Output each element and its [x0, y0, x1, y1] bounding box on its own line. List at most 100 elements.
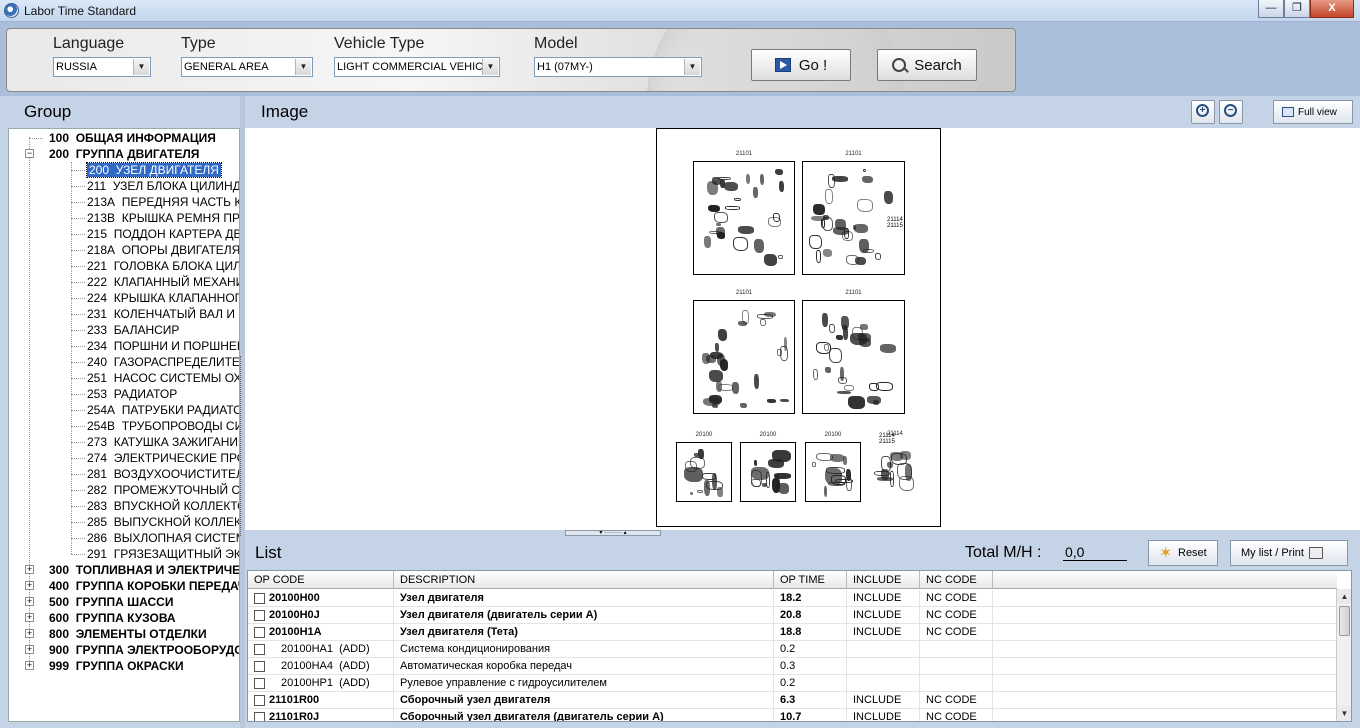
- table-row[interactable]: 20100HA4 (ADD) Автоматическая коробка пер…: [248, 658, 1337, 675]
- tree-item-subgroup[interactable]: 240 ГАЗОРАСПРЕДЕЛИТЕЛЬНЫЙ МЕХАНИЗМ: [87, 354, 239, 370]
- type-select[interactable]: GENERAL AREA ▼: [181, 57, 313, 77]
- tree-item-subgroup[interactable]: 200 УЗЕЛ ДВИГАТЕЛЯ: [86, 162, 222, 178]
- tree-item-subgroup[interactable]: 253 РАДИАТОР: [87, 386, 177, 402]
- my-list-print-button[interactable]: My list / Print: [1230, 540, 1348, 566]
- tree-item-subgroup[interactable]: 222 КЛАПАННЫЙ МЕХАНИЗМ: [87, 274, 239, 290]
- engine-diagram[interactable]: 20100: [805, 432, 861, 502]
- tree-item-group[interactable]: 300 ТОПЛИВНАЯ И ЭЛЕКТРИЧЕСКАЯ: [49, 562, 239, 578]
- tree-item-group[interactable]: 800 ЭЛЕМЕНТЫ ОТДЕЛКИ: [49, 626, 207, 642]
- tree-item-subgroup[interactable]: 282 ПРОМЕЖУТОЧНЫЙ ОХЛАДИТЕЛЬ: [87, 482, 239, 498]
- chevron-down-icon[interactable]: ▼: [684, 59, 700, 75]
- tree-expander-icon[interactable]: +: [25, 581, 34, 590]
- type-value: GENERAL AREA: [184, 61, 269, 73]
- tree-item-group[interactable]: 200 ГРУППА ДВИГАТЕЛЯ: [49, 146, 199, 162]
- tree-expander-icon[interactable]: +: [25, 565, 34, 574]
- tree-item-subgroup[interactable]: 234 ПОРШНИ И ПОРШНЕВЫЕ КОЛЬЦА: [87, 338, 239, 354]
- splitter-grip[interactable]: [240, 356, 244, 536]
- table-row[interactable]: 20100HA1 (ADD) Система кондиционирования 0…: [248, 641, 1337, 658]
- chevron-down-icon[interactable]: ▼: [133, 59, 149, 75]
- column-header[interactable]: NC CODE: [920, 571, 993, 589]
- row-checkbox[interactable]: [254, 678, 265, 689]
- row-checkbox[interactable]: [254, 610, 265, 621]
- scroll-down-icon[interactable]: ▼: [1337, 706, 1351, 721]
- table-scrollbar[interactable]: ▲ ▼: [1336, 589, 1351, 721]
- tree-expander-icon[interactable]: +: [25, 629, 34, 638]
- tree-item-name: БАЛАНСИР: [113, 323, 180, 337]
- row-checkbox[interactable]: [254, 712, 265, 721]
- image-viewer[interactable]: 21101 21101 21101 21101 20100 20100 20100 21114…: [245, 128, 1360, 530]
- tree-item-subgroup[interactable]: 285 ВЫПУСКНОЙ КОЛЛЕКТОР: [87, 514, 239, 530]
- tree-item-name: НАСОС СИСТЕМЫ ОХЛАЖДЕНИЯ: [113, 371, 240, 385]
- close-button[interactable]: X: [1310, 0, 1354, 18]
- tree-item-subgroup[interactable]: 273 КАТУШКА ЗАЖИГАНИЯ: [87, 434, 239, 450]
- engine-diagram[interactable]: 21101: [693, 151, 795, 275]
- row-checkbox[interactable]: [254, 593, 265, 604]
- tree-item-subgroup[interactable]: 291 ГРЯЗЕЗАЩИТНЫЙ ЭКРАН: [87, 546, 239, 562]
- engine-diagram[interactable]: 21114: [867, 431, 923, 502]
- tree-item-group[interactable]: 100 ОБЩАЯ ИНФОРМАЦИЯ: [49, 130, 216, 146]
- tree-item-subgroup[interactable]: 254A ПАТРУБКИ РАДИАТОРА: [87, 402, 239, 418]
- tree-item-subgroup[interactable]: 283 ВПУСКНОЙ КОЛЛЕКТОР: [87, 498, 239, 514]
- tree-item-subgroup[interactable]: 233 БАЛАНСИР: [87, 322, 179, 338]
- go-button[interactable]: Go !: [751, 49, 851, 81]
- column-header[interactable]: OP CODE: [248, 571, 394, 589]
- table-row[interactable]: 20100H1A Узел двигателя (Тета) 18.8 INCLUDE…: [248, 624, 1337, 641]
- tree-item-subgroup[interactable]: 231 КОЛЕНЧАТЫЙ ВАЛ И МАХОВИК: [87, 306, 239, 322]
- search-button[interactable]: Search: [877, 49, 977, 81]
- tree-item-group[interactable]: 600 ГРУППА КУЗОВА: [49, 610, 176, 626]
- tree-item-subgroup[interactable]: 213A ПЕРЕДНЯЯ ЧАСТЬ КАРТЕРА: [87, 194, 239, 210]
- reset-button[interactable]: Reset: [1148, 540, 1218, 566]
- table-row[interactable]: 21101R0J Сборочный узел двигателя (двигат…: [248, 709, 1337, 721]
- tree-item-subgroup[interactable]: 286 ВЫХЛОПНАЯ СИСТЕМА: [87, 530, 239, 546]
- column-header[interactable]: DESCRIPTION: [394, 571, 774, 589]
- row-checkbox[interactable]: [254, 695, 265, 706]
- table-row[interactable]: 21101R00 Сборочный узел двигателя 6.3 INCLU…: [248, 692, 1337, 709]
- full-view-button[interactable]: Full view: [1273, 100, 1353, 124]
- scroll-up-icon[interactable]: ▲: [1337, 589, 1351, 604]
- column-header[interactable]: INCLUDE: [847, 571, 920, 589]
- engine-diagram[interactable]: 20100: [740, 432, 796, 502]
- row-checkbox[interactable]: [254, 644, 265, 655]
- model-select[interactable]: H1 (07MY-) ▼: [534, 57, 702, 77]
- minimize-button[interactable]: —: [1258, 0, 1284, 18]
- tree-item-group[interactable]: 900 ГРУППА ЭЛЕКТРООБОРУДОВАНИЯ: [49, 642, 239, 658]
- tree-expander-icon[interactable]: −: [25, 149, 34, 158]
- chevron-down-icon[interactable]: ▼: [295, 59, 311, 75]
- tree-item-subgroup[interactable]: 281 ВОЗДУХООЧИСТИТЕЛЬ: [87, 466, 239, 482]
- maximize-button[interactable]: ❐: [1284, 0, 1310, 18]
- tree-item-group[interactable]: 500 ГРУППА ШАССИ: [49, 594, 173, 610]
- language-select[interactable]: RUSSIA ▼: [53, 57, 151, 77]
- engine-diagram[interactable]: 21101: [693, 290, 795, 414]
- engine-diagram[interactable]: 21101: [802, 290, 905, 414]
- engine-diagram[interactable]: 20100: [676, 432, 732, 502]
- row-checkbox[interactable]: [254, 661, 265, 672]
- tree-item-subgroup[interactable]: 254B ТРУБОПРОВОДЫ СИСТЕМЫ ОХЛАЖДЕНИЯ: [87, 418, 239, 434]
- row-checkbox[interactable]: [254, 627, 265, 638]
- tree-item-subgroup[interactable]: 218A ОПОРЫ ДВИГАТЕЛЯ И ТРАНСМИССИИ: [87, 242, 239, 258]
- tree-item-subgroup[interactable]: 221 ГОЛОВКА БЛОКА ЦИЛИНДРОВ: [87, 258, 239, 274]
- column-header[interactable]: OP TIME: [774, 571, 847, 589]
- group-tree[interactable]: 100 ОБЩАЯ ИНФОРМАЦИЯ − 200 ГРУППА ДВИГАТЕЛ…: [8, 128, 240, 722]
- tree-expander-icon[interactable]: +: [25, 597, 34, 606]
- vehicle-type-select[interactable]: LIGHT COMMERCIAL VEHICL ▼: [334, 57, 500, 77]
- scroll-thumb[interactable]: [1339, 606, 1350, 636]
- tree-item-subgroup[interactable]: 224 КРЫШКА КЛАПАННОГО МЕХАНИЗМА: [87, 290, 239, 306]
- table-row[interactable]: 20100HP1 (ADD) Рулевое управление с гидро…: [248, 675, 1337, 692]
- table-row[interactable]: 20100H0J Узел двигателя (двигатель серии …: [248, 607, 1337, 624]
- tree-item-group[interactable]: 400 ГРУППА КОРОБКИ ПЕРЕДАЧ: [49, 578, 239, 594]
- chevron-down-icon[interactable]: ▼: [482, 59, 498, 75]
- tree-item-subgroup[interactable]: 213B КРЫШКА РЕМНЯ ПРИВОДА: [87, 210, 239, 226]
- tree-expander-icon[interactable]: +: [25, 645, 34, 654]
- tree-item-subgroup[interactable]: 211 УЗЕЛ БЛОКА ЦИЛИНДРОВ: [87, 178, 239, 194]
- zoom-in-button[interactable]: +: [1191, 100, 1215, 124]
- window-controls: — ❐ X: [1258, 0, 1354, 18]
- tree-item-subgroup[interactable]: 274 ЭЛЕКТРИЧЕСКИЕ ПРОВОДА: [87, 450, 239, 466]
- tree-expander-icon[interactable]: +: [25, 661, 34, 670]
- tree-expander-icon[interactable]: +: [25, 613, 34, 622]
- tree-connector: [71, 538, 85, 539]
- tree-item-subgroup[interactable]: 251 НАСОС СИСТЕМЫ ОХЛАЖДЕНИЯ: [87, 370, 240, 386]
- tree-item-group[interactable]: 999 ГРУППА ОКРАСКИ: [49, 658, 184, 674]
- table-row[interactable]: 20100H00 Узел двигателя 18.2 INCLUDE NC CODE: [248, 590, 1337, 607]
- tree-item-subgroup[interactable]: 215 ПОДДОН КАРТЕРА ДВИГАТЕЛЯ: [87, 226, 239, 242]
- zoom-out-button[interactable]: −: [1219, 100, 1243, 124]
